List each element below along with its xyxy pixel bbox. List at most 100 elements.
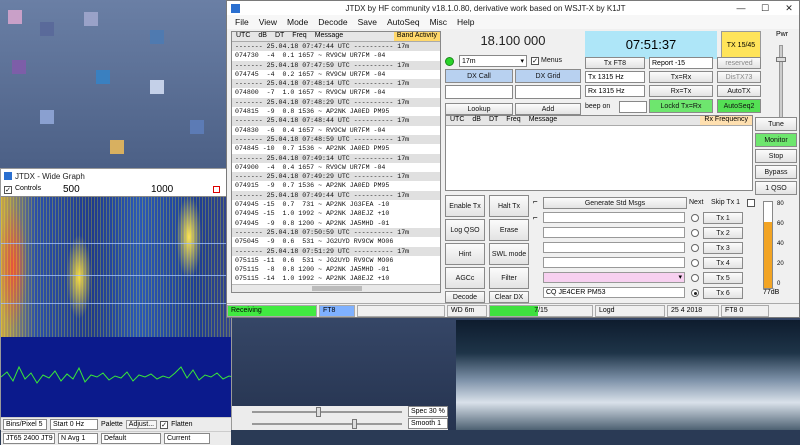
period-separator-row[interactable]: ------- 25.04.18 07:47:59 UTC ----------… (232, 60, 440, 70)
clear-dx-button[interactable]: Clear DX (489, 291, 529, 303)
erase-button[interactable]: Erase (489, 219, 529, 241)
wide-graph-titlebar[interactable]: JTDX - Wide Graph (1, 169, 231, 183)
waterfall-display[interactable] (1, 197, 231, 337)
rx-frequency-panel[interactable]: UTC dB DT Freq Message Rx Frequency (445, 115, 753, 191)
bypass-button[interactable]: Bypass (755, 165, 797, 179)
desktop-icon[interactable] (84, 12, 98, 26)
desktop-icon[interactable] (190, 120, 204, 134)
lockd-tx-rx-button[interactable]: Lockd Tx=Rx (649, 99, 713, 113)
tx2-message-field[interactable] (543, 227, 685, 238)
start-frequency-spinbox[interactable]: Start 0 Hz (50, 419, 98, 430)
monitor-button[interactable]: Monitor (755, 133, 797, 147)
period-separator-row[interactable]: ------- 25.04.18 07:48:29 UTC ----------… (232, 97, 440, 108)
period-separator-row[interactable]: ------- 25.04.18 07:49:44 UTC ----------… (232, 190, 440, 201)
tx-period-button[interactable]: TX 15/45 (721, 31, 761, 59)
decode-row[interactable]: 074915 -9 0.7 1536 ~ AP2NK JA0ED PM95 (232, 181, 440, 190)
next-tx3-radio[interactable] (691, 244, 699, 252)
dx-call-input[interactable] (445, 85, 513, 99)
period-separator-row[interactable]: ------- 25.04.18 07:51:29 UTC ----------… (232, 246, 440, 256)
tx5-button[interactable]: Tx 5 (703, 272, 743, 284)
palette-select[interactable]: Default (101, 433, 161, 444)
scrollbar-thumb[interactable] (312, 286, 362, 291)
decode-row[interactable]: 075045 -9 0.6 531 ~ JG2UYD RV9CW MO06 (232, 237, 440, 246)
smooth-spinbox[interactable]: Smooth 1 (408, 418, 448, 429)
zero-slider-handle[interactable] (352, 419, 357, 429)
minimize-icon[interactable]: — (731, 2, 751, 14)
tx3-message-field[interactable] (543, 242, 685, 253)
menu-mode[interactable]: Mode (287, 17, 308, 27)
rx-eq-tx-button[interactable]: Rx=Tx (649, 85, 713, 97)
band-select[interactable]: 17m ▾ (459, 55, 527, 67)
decode-row[interactable]: 075115 -14 1.0 1992 ~ AP2NK JA8EJZ +10 (232, 274, 440, 283)
desktop-icon[interactable] (96, 70, 110, 84)
agcc-button[interactable]: AGCc (445, 267, 485, 289)
menu-save[interactable]: Save (358, 17, 377, 27)
stop-button[interactable]: Stop (755, 149, 797, 163)
band-activity-panel[interactable]: UTC dB DT Freq Message Band Activity ---… (231, 31, 441, 293)
desktop-icon[interactable] (40, 22, 54, 36)
beep-input[interactable] (619, 101, 647, 113)
desktop-icon[interactable] (12, 60, 26, 74)
decode-button[interactable]: Decode (445, 291, 485, 303)
menu-decode[interactable]: Decode (318, 17, 347, 27)
menus-checkbox[interactable]: ✓ (531, 57, 539, 65)
period-separator-row[interactable]: ------- 25.04.18 07:47:44 UTC ----------… (232, 42, 440, 52)
desktop-icon[interactable] (150, 30, 164, 44)
tx5-message-field[interactable]: ▾ (543, 272, 685, 283)
decode-row[interactable]: 075115 -8 0.8 1200 ~ AP2NK JA5MHD -01 (232, 265, 440, 274)
dis-tx73-button[interactable]: DisTX73 (717, 71, 761, 83)
tx2-button[interactable]: Tx 2 (703, 227, 743, 239)
menu-misc[interactable]: Misc (430, 17, 447, 27)
bins-per-pixel-spinbox[interactable]: Bins/Pixel 5 (3, 419, 47, 430)
adjust-button[interactable]: Adjust... (125, 420, 158, 429)
period-separator-row[interactable]: ------- 25.04.18 07:48:59 UTC ----------… (232, 134, 440, 145)
tx1-message-field[interactable] (543, 212, 685, 223)
menu-help[interactable]: Help (457, 17, 474, 27)
skip-tx1-checkbox[interactable] (747, 199, 755, 207)
lookup-button[interactable]: Lookup (445, 103, 513, 115)
autotx-button[interactable]: AutoTX (717, 85, 761, 97)
next-tx2-radio[interactable] (691, 229, 699, 237)
period-separator-row[interactable]: ------- 25.04.18 07:48:14 UTC ----------… (232, 79, 440, 89)
controls-checkbox[interactable]: ✓ (4, 186, 12, 194)
menu-autoseq[interactable]: AutoSeq (387, 17, 420, 27)
next-tx6-radio[interactable] (691, 289, 699, 297)
generate-std-msgs-button[interactable]: Generate Std Msgs (543, 197, 687, 209)
decode-row[interactable]: 074945 -15 1.0 1992 ~ AP2NK JA8EJZ +10 (232, 209, 440, 218)
desktop-icon[interactable] (8, 10, 22, 24)
menu-view[interactable]: View (259, 17, 277, 27)
jt65-spinbox[interactable]: JT65 2400 JT9 (3, 433, 55, 444)
tx6-message-field[interactable]: CQ JE4CER PM53 (543, 287, 685, 298)
hint-button[interactable]: Hint (445, 243, 485, 265)
period-separator-row[interactable]: ------- 25.04.18 07:48:44 UTC ----------… (232, 116, 440, 126)
gain-slider[interactable] (252, 411, 402, 413)
desktop-icon[interactable] (110, 140, 124, 154)
filter-button[interactable]: Filter (489, 267, 529, 289)
decode-row[interactable]: 075115 -11 0.6 531 ~ JG2UYD RV9CW MO06 (232, 256, 440, 265)
horizontal-scrollbar[interactable] (232, 284, 440, 292)
decode-row[interactable]: 074900 -4 0.4 1657 ~ RV9CW UR7FM -04 (232, 163, 440, 172)
gain-slider-handle[interactable] (316, 407, 321, 417)
period-separator-row[interactable]: ------- 25.04.18 07:49:14 UTC ----------… (232, 153, 440, 163)
tx6-button[interactable]: Tx 6 (703, 287, 743, 299)
next-tx5-radio[interactable] (691, 274, 699, 282)
autoseq2-button[interactable]: AutoSeq2 (717, 99, 761, 113)
desktop-icon[interactable] (40, 110, 54, 124)
dx-grid-input[interactable] (515, 85, 581, 99)
decode-row[interactable]: 074800 -7 1.0 1657 ~ RV9CW UR7FM -04 (232, 88, 440, 97)
flatten-checkbox[interactable]: ✓ (160, 420, 169, 429)
reference-spectrum-select[interactable]: Current (164, 433, 210, 444)
tx-frequency-spinbox[interactable]: Tx 1315 Hz (585, 71, 645, 83)
tx4-button[interactable]: Tx 4 (703, 257, 743, 269)
period-separator-row[interactable]: ------- 25.04.18 07:49:29 UTC ----------… (232, 172, 440, 182)
log-qso-button[interactable]: Log QSO (445, 219, 485, 241)
menu-file[interactable]: File (235, 17, 249, 27)
power-slider-handle[interactable] (776, 57, 786, 62)
decode-row[interactable]: 074745 -4 0.2 1657 ~ RV9CW UR7FM -04 (232, 70, 440, 79)
spec-percent-spinbox[interactable]: Spec 30 % (408, 406, 448, 417)
swl-mode-button[interactable]: SWL mode (489, 243, 529, 265)
n-avg-spinbox[interactable]: N Avg 1 (58, 433, 98, 444)
main-titlebar[interactable]: JTDX by HF community v18.1.0.80, derivat… (227, 1, 799, 15)
decode-row[interactable]: 074945 -9 0.8 1200 ~ AP2NK JA5MHD -01 (232, 219, 440, 228)
tx1-button[interactable]: Tx 1 (703, 212, 743, 224)
